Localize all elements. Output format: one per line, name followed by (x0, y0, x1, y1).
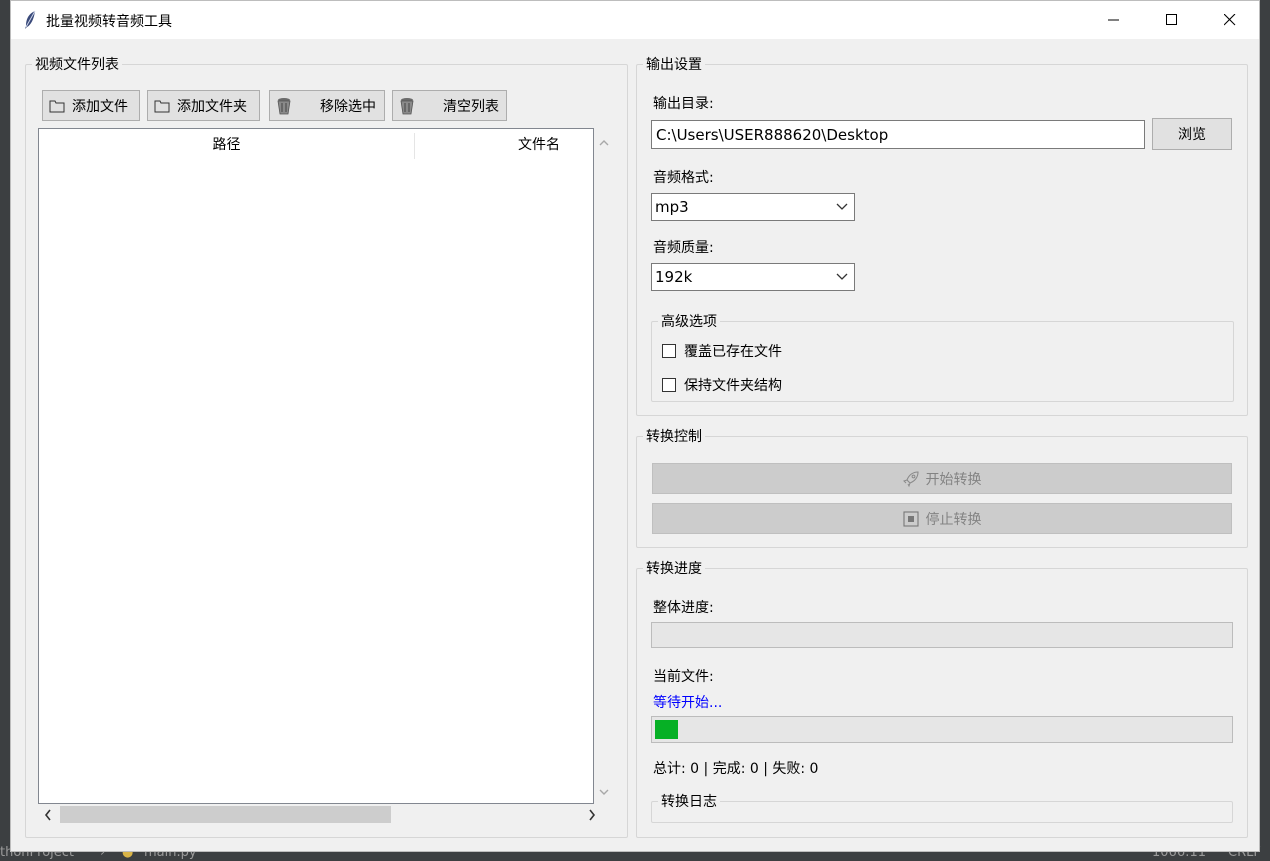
conversion-log-frame: 转换日志 (651, 793, 1233, 823)
audio-quality-value: 192k (655, 268, 693, 286)
maximize-icon (1166, 14, 1177, 25)
stop-icon (902, 510, 919, 527)
audio-format-label: 音频格式: (653, 170, 714, 186)
checkbox-box[interactable] (662, 378, 676, 392)
remove-selected-button[interactable]: 移除选中 (269, 90, 385, 121)
start-conversion-button[interactable]: 开始转换 (652, 463, 1232, 494)
title-bar[interactable]: 批量视频转音频工具 (11, 1, 1259, 39)
add-file-button[interactable]: 添加文件 (42, 90, 140, 121)
chevron-down-icon (836, 273, 848, 280)
file-list-horizontal-scrollbar[interactable] (38, 804, 596, 826)
clear-list-label: 清空列表 (443, 98, 499, 115)
horizontal-scroll-thumb[interactable] (60, 806, 391, 823)
keep-structure-checkbox[interactable]: 保持文件夹结构 (662, 375, 782, 395)
current-file-label: 当前文件: (653, 669, 714, 685)
current-file-progress-fill (655, 720, 678, 739)
conversion-log-title: 转换日志 (658, 793, 720, 811)
audio-format-select[interactable]: mp3 (651, 193, 855, 221)
scroll-left-icon (44, 809, 51, 821)
scroll-down-icon (599, 789, 609, 795)
scroll-up-icon (599, 140, 609, 146)
stop-conversion-button[interactable]: 停止转换 (652, 503, 1232, 534)
advanced-options-title: 高级选项 (658, 313, 720, 331)
stop-conversion-label: 停止转换 (925, 511, 982, 528)
keep-structure-label: 保持文件夹结构 (684, 378, 782, 394)
window-title: 批量视频转音频工具 (46, 14, 172, 30)
chevron-down-icon (836, 203, 848, 210)
overall-progress-label: 整体进度: (653, 600, 714, 616)
output-dir-input[interactable]: C:\Users\USER888620\Desktop (651, 120, 1145, 149)
browse-button[interactable]: 浏览 (1152, 118, 1232, 150)
close-button[interactable] (1201, 1, 1259, 39)
wastebasket-icon (400, 97, 414, 114)
column-header-filename[interactable]: 文件名 (415, 129, 663, 161)
audio-format-value: mp3 (655, 198, 689, 216)
ide-background-left (0, 0, 10, 861)
file-list-table[interactable]: 路径 文件名 (38, 128, 594, 804)
current-file-progress-bar (651, 716, 1233, 743)
file-list-title: 视频文件列表 (32, 56, 122, 74)
ide-background-right (1260, 0, 1270, 861)
overwrite-label: 覆盖已存在文件 (684, 344, 782, 360)
column-header-path[interactable]: 路径 (39, 129, 414, 161)
folder-icon (49, 100, 65, 112)
browse-label: 浏览 (1178, 127, 1206, 143)
add-folder-button[interactable]: 添加文件夹 (147, 90, 260, 121)
ide-status-bar: thonProject › ● main.py 1066:11 CRLF (0, 845, 1270, 861)
feather-icon (23, 10, 37, 34)
add-folder-label: 添加文件夹 (177, 98, 247, 115)
rocket-icon (902, 470, 919, 487)
overall-progress-bar (651, 622, 1233, 648)
conversion-progress-frame: 转换进度 (636, 560, 1248, 838)
remove-selected-label: 移除选中 (320, 98, 376, 115)
minimize-button[interactable] (1085, 1, 1143, 39)
minimize-icon (1108, 19, 1119, 21)
folder-icon (154, 100, 170, 112)
file-list-vertical-scrollbar[interactable] (594, 128, 614, 804)
wastebasket-icon (277, 97, 291, 114)
start-conversion-label: 开始转换 (925, 471, 982, 488)
output-dir-value: C:\Users\USER888620\Desktop (656, 125, 889, 144)
output-settings-title: 输出设置 (643, 56, 705, 74)
conversion-progress-title: 转换进度 (643, 560, 705, 578)
overwrite-checkbox[interactable]: 覆盖已存在文件 (662, 341, 782, 361)
audio-quality-label: 音频质量: (653, 240, 714, 256)
scroll-right-icon (589, 809, 596, 821)
current-file-status: 等待开始... (653, 695, 723, 711)
checkbox-box[interactable] (662, 344, 676, 358)
clear-list-button[interactable]: 清空列表 (392, 90, 507, 121)
conversion-control-title: 转换控制 (643, 428, 705, 446)
conversion-stats: 总计: 0 | 完成: 0 | 失败: 0 (653, 761, 819, 777)
audio-quality-select[interactable]: 192k (651, 263, 855, 291)
output-dir-label: 输出目录: (653, 96, 714, 112)
close-icon (1224, 14, 1236, 26)
app-window: 批量视频转音频工具 视频文件列表 添加文件 添加文件夹 移除选中 清空列表 路径… (10, 0, 1260, 852)
maximize-button[interactable] (1143, 1, 1201, 39)
add-file-label: 添加文件 (72, 98, 128, 115)
